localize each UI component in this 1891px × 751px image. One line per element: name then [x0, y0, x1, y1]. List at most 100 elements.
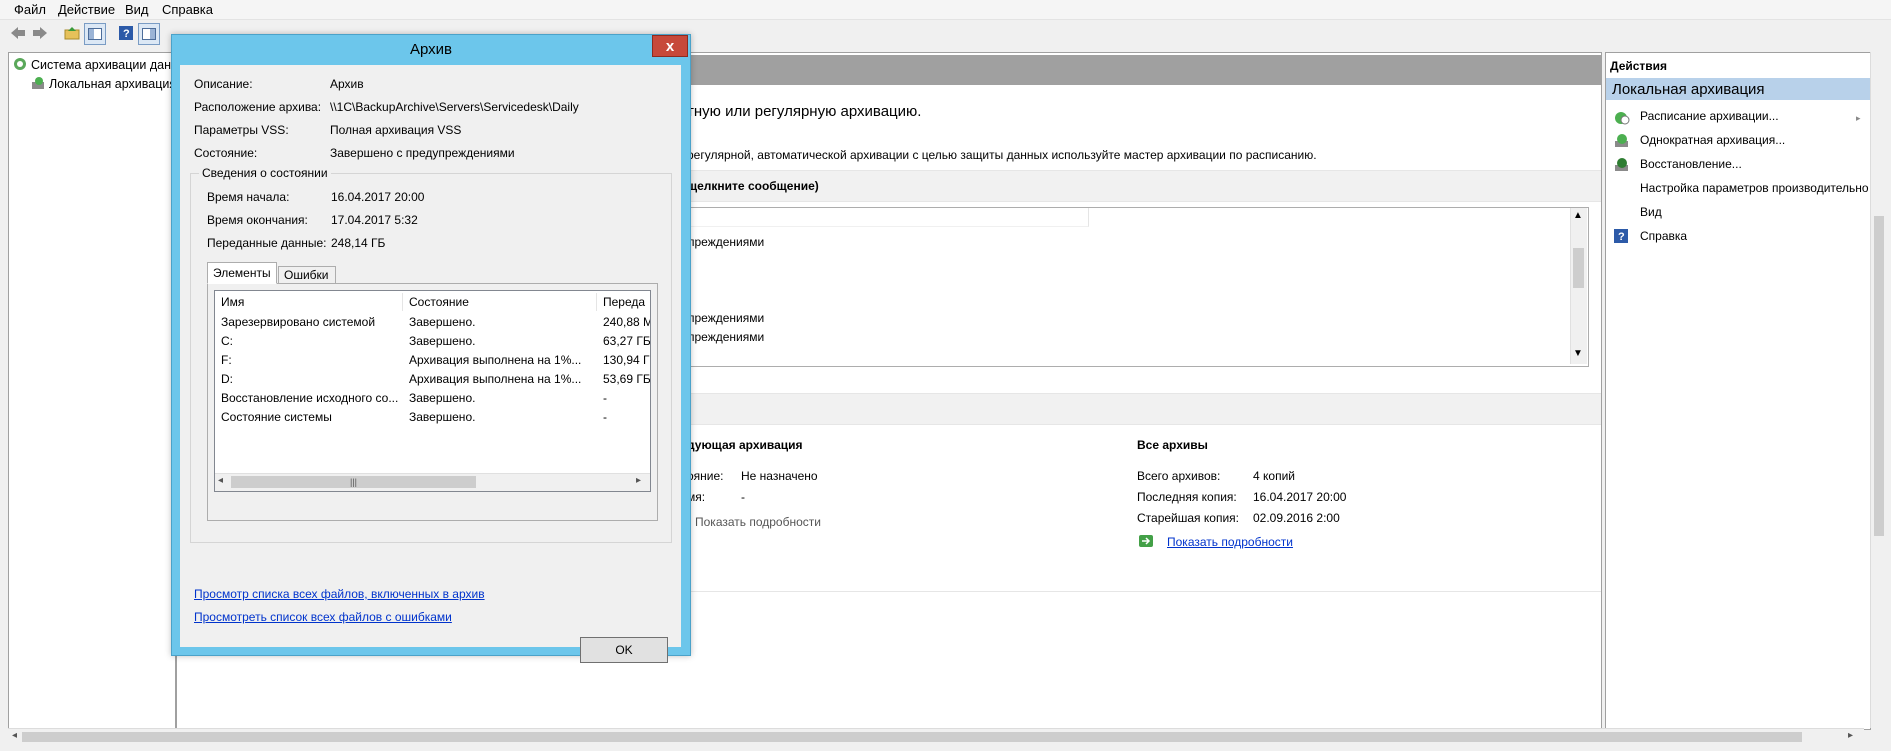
- dialog-body: Описание: Архив Расположение архива: \\1…: [180, 65, 681, 663]
- table-row[interactable]: Зарезервировано системой Завершено. 240,…: [215, 313, 650, 332]
- help-icon[interactable]: ?: [116, 23, 136, 43]
- view-error-files-link[interactable]: Просмотреть список всех файлов с ошибкам…: [194, 610, 452, 624]
- schedule-icon: [1614, 109, 1630, 125]
- action-schedule-backup[interactable]: Расписание архивации...: [1640, 109, 1779, 123]
- elements-listview[interactable]: Имя Состояние Переда Зарезервировано сис…: [214, 290, 651, 492]
- list-hscrollbar[interactable]: ◂ ||| ▸: [215, 473, 650, 491]
- menu-bar: Файл Действие Вид Справка: [0, 0, 1891, 20]
- dialog-title-bar[interactable]: Архив: [172, 35, 690, 65]
- message-item[interactable]: преждениями: [688, 311, 764, 325]
- transferred-label: Переданные данные:: [207, 236, 327, 250]
- tab-elements[interactable]: Элементы: [207, 262, 277, 284]
- submenu-arrow-icon[interactable]: ▸: [1856, 113, 1861, 124]
- scroll-right-icon[interactable]: ▸: [1848, 730, 1853, 741]
- view-all-files-link[interactable]: Просмотр списка всех файлов, включенных …: [194, 587, 485, 601]
- column-name[interactable]: Имя: [215, 293, 403, 311]
- next-backup-title: дующая архивация: [687, 438, 803, 452]
- table-row[interactable]: Состояние системы Завершено. -: [215, 408, 650, 427]
- row-name: Состояние системы: [221, 410, 332, 424]
- close-button[interactable]: x: [652, 35, 688, 57]
- scroll-left-icon[interactable]: ◂: [12, 730, 17, 741]
- close-icon: x: [665, 37, 675, 55]
- all-archives-title: Все архивы: [1137, 438, 1208, 452]
- message-item[interactable]: преждениями: [688, 235, 764, 249]
- messages-list[interactable]: преждениями преждениями преждениями ▲ ▼: [667, 207, 1589, 367]
- actions-pane: Действия Локальная архивация Расписание …: [1605, 52, 1871, 730]
- start-time-value: 16.04.2017 20:00: [331, 190, 425, 204]
- next-backup-details-link[interactable]: Показать подробности: [695, 515, 821, 529]
- show-action-pane-icon[interactable]: [138, 23, 160, 45]
- vss-value: Полная архивация VSS: [330, 123, 462, 137]
- messages-column-header[interactable]: [668, 208, 1089, 227]
- group-title: Сведения о состоянии: [199, 166, 331, 180]
- scroll-up-icon[interactable]: ▲: [1573, 210, 1583, 221]
- back-arrow-icon[interactable]: [8, 23, 28, 43]
- tab-elements-label: Элементы: [213, 266, 271, 280]
- column-state[interactable]: Состояние: [403, 293, 597, 311]
- window-hscroll-thumb[interactable]: [22, 732, 1802, 742]
- total-archives-value: 4 копий: [1253, 469, 1295, 483]
- action-help[interactable]: Справка: [1640, 229, 1687, 243]
- details-arrow-icon: [1139, 535, 1153, 547]
- ok-button[interactable]: OK: [580, 637, 668, 663]
- description-label: Описание:: [194, 77, 253, 91]
- tree-root[interactable]: Система архивации данн: [13, 57, 178, 72]
- scroll-down-icon[interactable]: ▼: [1573, 348, 1583, 359]
- oldest-copy-value: 02.09.2016 2:00: [1253, 511, 1340, 525]
- scroll-thumb[interactable]: [1573, 248, 1584, 288]
- tree-local-backup[interactable]: Локальная архивация: [31, 76, 176, 91]
- tree-child-label: Локальная архивация: [49, 77, 177, 91]
- window-hscrollbar[interactable]: ◂ ▸: [8, 728, 1864, 745]
- window-vscroll-thumb[interactable]: [1874, 216, 1884, 536]
- row-size: 53,69 ГБ: [603, 372, 651, 386]
- menu-help[interactable]: Справка: [162, 2, 213, 17]
- row-state: Завершено.: [409, 410, 476, 424]
- window-vscrollbar[interactable]: [1870, 52, 1887, 728]
- row-size: -: [603, 410, 607, 424]
- archive-dialog: Архив x Описание: Архив Расположение арх…: [171, 34, 691, 663]
- console-tree: Система архивации данн Локальная архивац…: [8, 52, 178, 730]
- svg-text:?: ?: [1618, 231, 1625, 243]
- action-view[interactable]: Вид: [1640, 205, 1662, 219]
- messages-header-label: щелкните сообщение): [687, 179, 819, 193]
- list-hscroll-thumb[interactable]: |||: [231, 476, 476, 488]
- menu-view[interactable]: Вид: [125, 2, 149, 17]
- message-item[interactable]: преждениями: [688, 330, 764, 344]
- last-copy-value: 16.04.2017 20:00: [1253, 490, 1347, 504]
- backup-system-icon: [13, 57, 27, 71]
- menu-action[interactable]: Действие: [58, 2, 115, 17]
- tab-errors[interactable]: Ошибки: [278, 266, 336, 284]
- transferred-value: 248,14 ГБ: [331, 236, 386, 250]
- row-state: Архивация выполнена на 1%...: [409, 353, 582, 367]
- actions-section-bar[interactable]: Локальная архивация: [1606, 78, 1870, 100]
- row-size: 63,27 ГБ: [603, 334, 651, 348]
- table-row[interactable]: D: Архивация выполнена на 1%... 53,69 ГБ: [215, 370, 650, 389]
- actions-header: Действия: [1610, 59, 1668, 73]
- action-restore[interactable]: Восстановление...: [1640, 157, 1742, 171]
- ok-button-label: OK: [615, 643, 633, 657]
- row-name: C:: [221, 334, 233, 348]
- show-tree-icon[interactable]: [84, 23, 106, 45]
- table-row[interactable]: F: Архивация выполнена на 1%... 130,94 Г: [215, 351, 650, 370]
- state-value: Завершено с предупреждениями: [330, 146, 515, 160]
- location-value: \\1C\BackupArchive\Servers\Servicedesk\D…: [330, 100, 579, 114]
- tab-panel: Имя Состояние Переда Зарезервировано сис…: [207, 283, 658, 521]
- intro-text: регулярной, автоматической архивации с ц…: [687, 148, 1317, 162]
- table-row[interactable]: C: Завершено. 63,27 ГБ: [215, 332, 650, 351]
- forward-arrow-icon[interactable]: [30, 23, 50, 43]
- row-state: Завершено.: [409, 334, 476, 348]
- menu-file[interactable]: Файл: [14, 2, 46, 17]
- action-single-backup[interactable]: Однократная архивация...: [1640, 133, 1785, 147]
- up-folder-icon[interactable]: [62, 23, 82, 43]
- messages-scrollbar[interactable]: ▲ ▼: [1570, 208, 1587, 364]
- start-time-label: Время начала:: [207, 190, 290, 204]
- scroll-left-icon[interactable]: ◂: [218, 475, 223, 486]
- dialog-title: Архив: [409, 41, 453, 58]
- tree-root-label: Система архивации данн: [31, 58, 178, 72]
- action-performance-settings[interactable]: Настройка параметров производительно: [1640, 181, 1869, 195]
- column-transferred[interactable]: Переда: [597, 293, 650, 311]
- scroll-right-icon[interactable]: ▸: [636, 475, 641, 486]
- oldest-copy-label: Старейшая копия:: [1137, 511, 1239, 525]
- table-row[interactable]: Восстановление исходного со... Завершено…: [215, 389, 650, 408]
- all-archives-details-link[interactable]: Показать подробности: [1167, 535, 1293, 549]
